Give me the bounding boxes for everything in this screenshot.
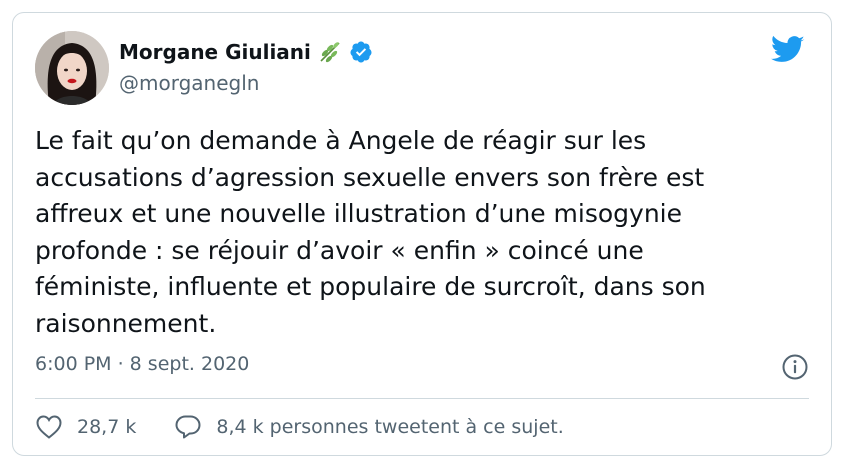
avatar-image [35, 31, 109, 105]
speech-bubble-icon [175, 415, 201, 439]
like-count: 28,7 k [77, 416, 137, 438]
author-name-row[interactable]: Morgane Giuliani [119, 39, 373, 65]
like-button[interactable]: 28,7 k [35, 414, 136, 440]
discussion-label: 8,4 k personnes tweetent à ce sujet. [216, 416, 564, 438]
tweet-timestamp[interactable]: 6:00 PM · 8 sept. 2020 [35, 353, 249, 375]
author-display-name[interactable]: Morgane Giuliani [119, 40, 311, 64]
heart-icon [36, 415, 62, 439]
tweet-text: Le fait qu’on demande à Angele de réagir… [35, 126, 706, 338]
info-icon[interactable] [781, 353, 809, 381]
divider [35, 398, 809, 399]
author-handle[interactable]: @morganegln [119, 71, 259, 95]
discussion-link[interactable]: 8,4 k personnes tweetent à ce sujet. [174, 414, 564, 440]
tweet-actions: 28,7 k 8,4 k personnes tweetent à ce suj… [35, 414, 564, 440]
tweet-card[interactable]: Morgane Giuliani @morganegln Le fait qu’… [12, 12, 832, 456]
twitter-bird-icon[interactable] [771, 35, 805, 65]
verified-badge-icon [350, 41, 372, 63]
herb-emoji-icon [320, 42, 340, 63]
avatar[interactable] [35, 31, 109, 105]
